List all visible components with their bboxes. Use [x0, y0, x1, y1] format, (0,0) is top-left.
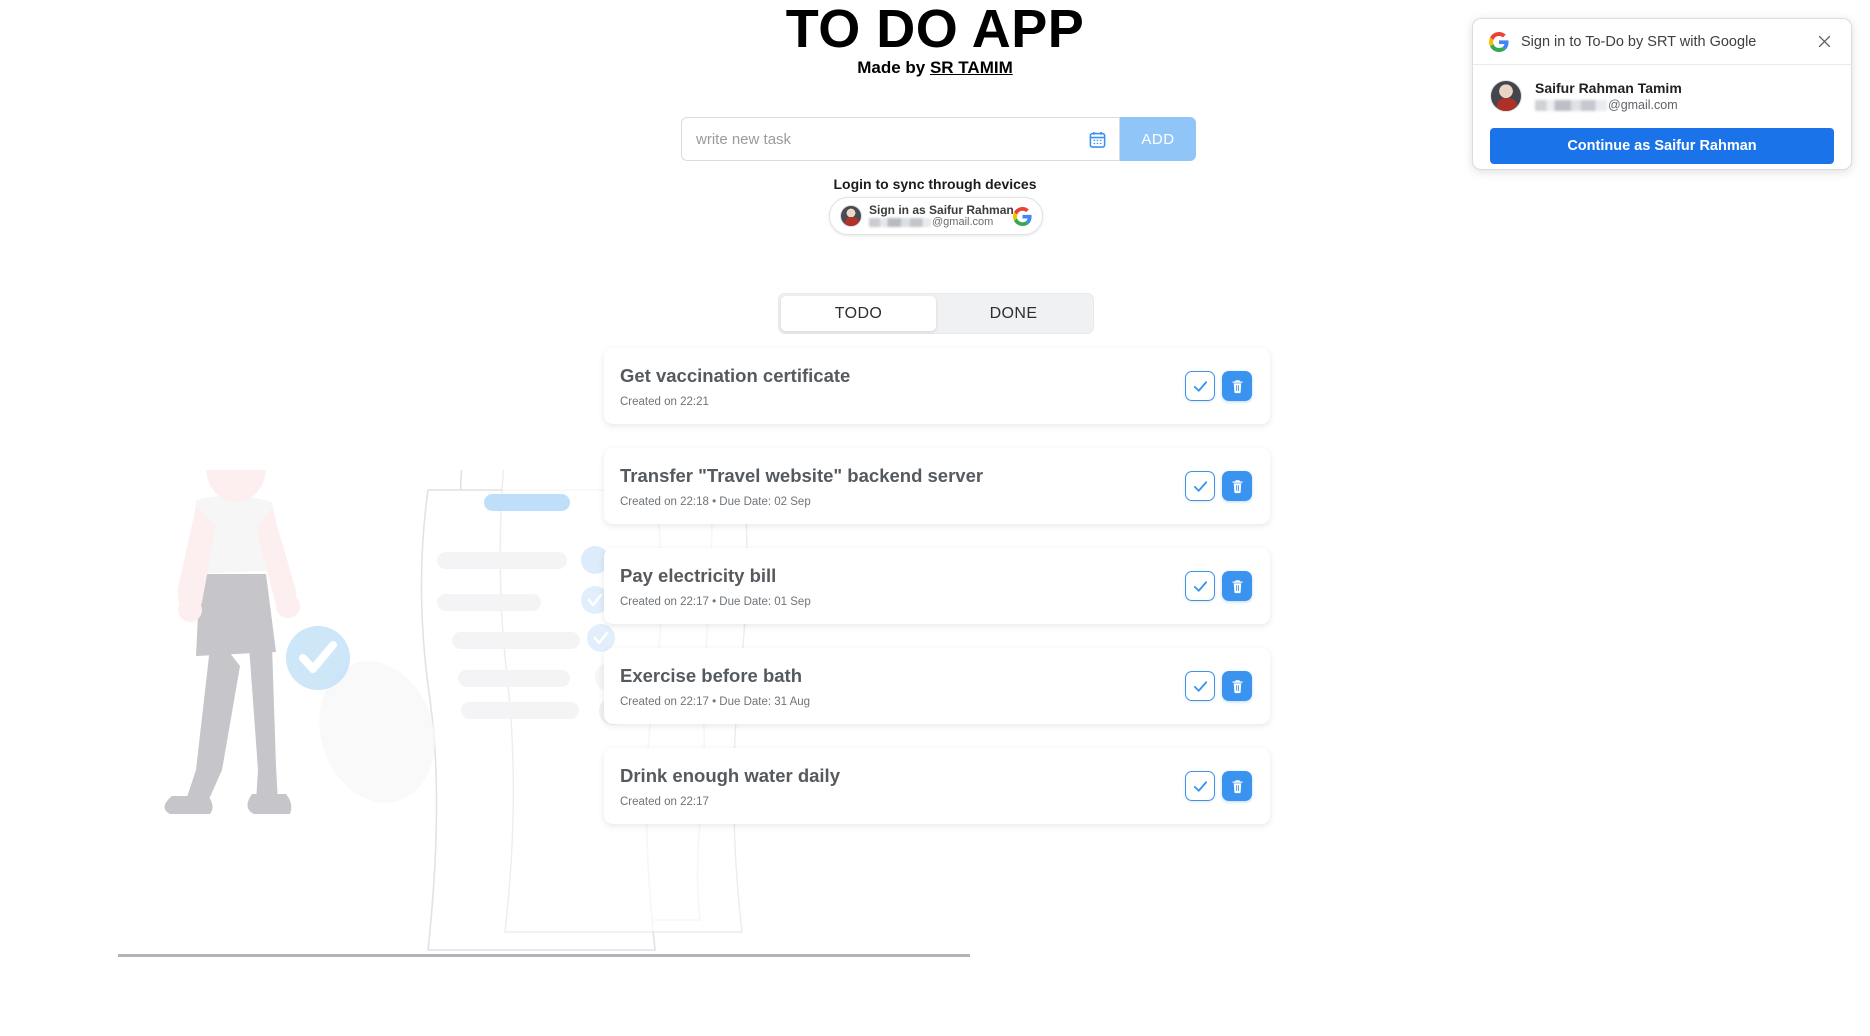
check-icon [1193, 380, 1207, 392]
todo-app-page: TO DO APP Made by SR TAMIM write new tas… [0, 0, 1870, 1036]
task-title: Exercise before bath [620, 664, 802, 686]
calendar-icon[interactable] [1075, 118, 1119, 160]
one-tap-account[interactable]: Saifur Rahman Tamim @gmail.com [1490, 79, 1834, 113]
google-one-tap-popup: Sign in to To-Do by SRT with Google Saif… [1472, 18, 1852, 170]
trash-icon [1232, 579, 1242, 593]
task-meta: Created on 22:17 [620, 795, 709, 808]
made-by-prefix: Made by [857, 58, 930, 77]
task-card: Pay electricity bill Created on 22:17 • D… [604, 548, 1270, 624]
task-actions [1185, 671, 1252, 701]
redacted-email-local-part [1535, 99, 1607, 111]
check-icon [1193, 580, 1207, 592]
check-icon [1193, 780, 1207, 792]
task-card: Exercise before bath Created on 22:17 • D… [604, 648, 1270, 724]
trash-icon [1232, 379, 1242, 393]
task-title: Get vaccination certificate [620, 364, 851, 386]
check-icon [1193, 680, 1207, 692]
google-signin-button[interactable]: Sign in as Saifur Rahman @gmail.com [829, 197, 1043, 235]
task-content: Get vaccination certificate Created on 22… [620, 365, 1185, 408]
illustration-ground-line [118, 954, 970, 957]
complete-task-button[interactable] [1185, 471, 1215, 501]
complete-task-button[interactable] [1185, 571, 1215, 601]
check-icon [1193, 480, 1207, 492]
one-tap-user-name: Saifur Rahman Tamim [1535, 80, 1682, 96]
google-signin-email: @gmail.com [869, 215, 1006, 229]
task-card: Get vaccination certificate Created on 22… [604, 348, 1270, 424]
task-content: Transfer "Travel website" backend server… [620, 465, 1185, 508]
tab-done[interactable]: DONE [936, 296, 1091, 331]
task-filter-tabs: TODO DONE [778, 293, 1094, 334]
task-title: Drink enough water daily [620, 764, 840, 786]
task-actions [1185, 371, 1252, 401]
one-tap-title: Sign in to To-Do by SRT with Google [1521, 33, 1757, 50]
new-task-row: ADD [681, 117, 1196, 161]
task-title: Pay electricity bill [620, 564, 777, 586]
task-card: Transfer "Travel website" backend server… [604, 448, 1270, 524]
google-g-icon [1489, 31, 1509, 52]
complete-task-button[interactable] [1185, 671, 1215, 701]
tab-todo[interactable]: TODO [781, 296, 936, 331]
trash-icon [1232, 779, 1242, 793]
one-tap-body: Saifur Rahman Tamim @gmail.com Continue … [1473, 65, 1851, 165]
delete-task-button[interactable] [1222, 771, 1252, 801]
new-task-input[interactable] [682, 118, 1075, 160]
google-g-icon [1013, 206, 1032, 226]
delete-task-button[interactable] [1222, 371, 1252, 401]
task-actions [1185, 771, 1252, 801]
task-meta: Created on 22:17 • Due Date: 01 Sep [620, 595, 811, 608]
task-list: Get vaccination certificate Created on 22… [604, 348, 1270, 848]
continue-as-user-button[interactable]: Continue as Saifur Rahman [1490, 128, 1834, 165]
trash-icon [1232, 679, 1242, 693]
complete-task-button[interactable] [1185, 771, 1215, 801]
task-content: Drink enough water daily Created on 22:17 [620, 765, 1185, 808]
sync-hint-label: Login to sync through devices [833, 176, 1037, 192]
task-meta: Created on 22:18 • Due Date: 02 Sep [620, 495, 811, 508]
delete-task-button[interactable] [1222, 471, 1252, 501]
one-tap-header: Sign in to To-Do by SRT with Google [1473, 19, 1851, 65]
one-tap-user-email: @gmail.com [1535, 97, 1682, 113]
google-signin-text: Sign in as Saifur Rahman @gmail.com [869, 202, 1014, 229]
author-link[interactable]: SR TAMIM [930, 58, 1013, 77]
add-task-button[interactable]: ADD [1120, 117, 1196, 161]
task-title: Transfer "Travel website" backend server [620, 464, 984, 486]
task-content: Pay electricity bill Created on 22:17 • D… [620, 565, 1185, 608]
task-content: Exercise before bath Created on 22:17 • D… [620, 665, 1185, 708]
avatar [840, 205, 862, 227]
avatar [1490, 80, 1522, 113]
task-card: Drink enough water daily Created on 22:17 [604, 748, 1270, 824]
task-meta: Created on 22:17 • Due Date: 31 Aug [620, 695, 811, 708]
delete-task-button[interactable] [1222, 571, 1252, 601]
one-tap-account-text: Saifur Rahman Tamim @gmail.com [1535, 79, 1682, 113]
task-actions [1185, 471, 1252, 501]
trash-icon [1232, 479, 1242, 493]
close-icon[interactable] [1813, 31, 1835, 53]
new-task-input-wrapper [681, 117, 1120, 161]
email-domain: @gmail.com [1608, 98, 1678, 113]
complete-task-button[interactable] [1185, 371, 1215, 401]
email-domain: @gmail.com [932, 215, 994, 228]
task-meta: Created on 22:21 [620, 395, 709, 408]
task-actions [1185, 571, 1252, 601]
google-signin-name: Sign in as Saifur Rahman [869, 202, 1014, 217]
redacted-email-local-part [869, 217, 931, 227]
delete-task-button[interactable] [1222, 671, 1252, 701]
